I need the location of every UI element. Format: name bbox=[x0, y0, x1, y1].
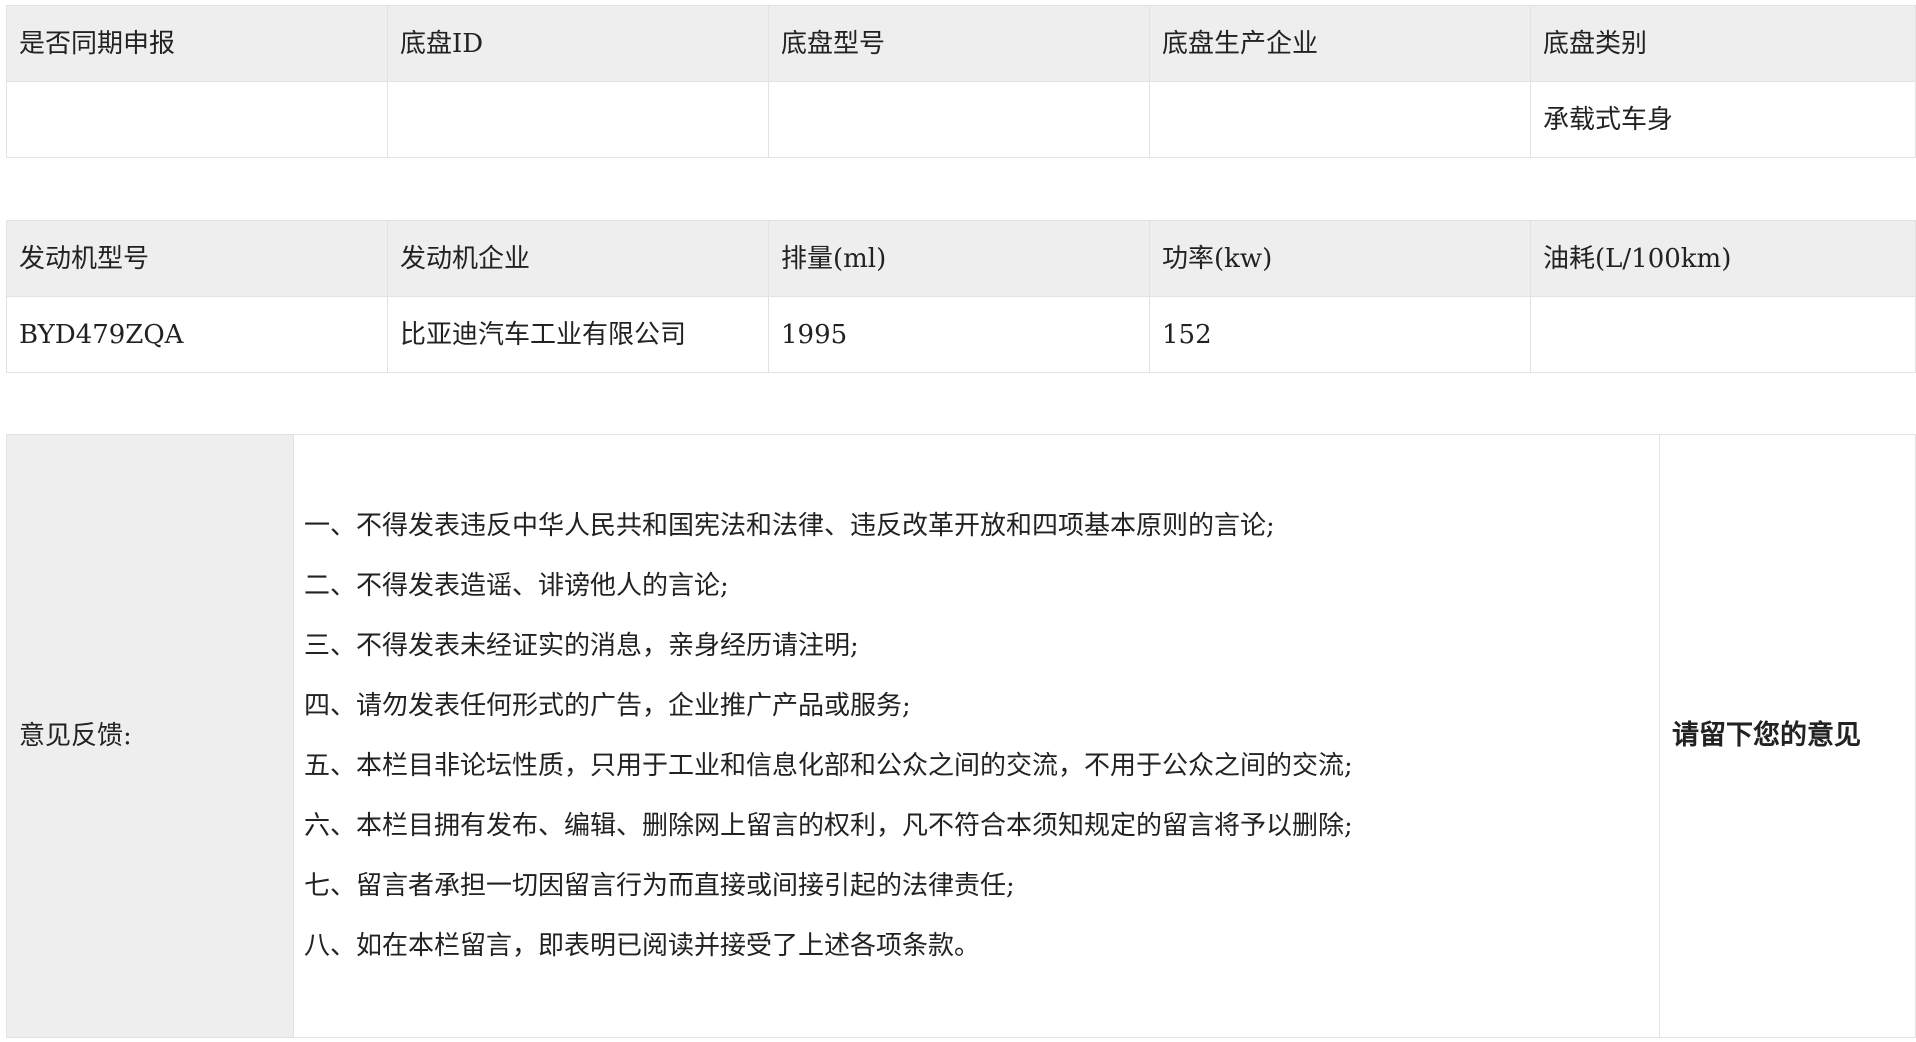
value-cell-engine-company: 比亚迪汽车工业有限公司 bbox=[387, 296, 769, 373]
chassis-table: 是否同期申报 底盘ID 底盘型号 底盘生产企业 底盘类别 承载式车身 bbox=[6, 5, 1916, 158]
header-cell-chassis-model: 底盘型号 bbox=[768, 5, 1150, 82]
engine-table: 发动机型号 发动机企业 排量(ml) 功率(kw) 油耗(L/100km) BY… bbox=[6, 220, 1916, 373]
value-cell-displacement: 1995 bbox=[768, 296, 1150, 373]
header-cell-fuel-consumption: 油耗(L/100km) bbox=[1530, 220, 1916, 297]
value-cell-chassis-type: 承载式车身 bbox=[1530, 81, 1916, 158]
header-cell-displacement: 排量(ml) bbox=[768, 220, 1150, 297]
value-cell-chassis-model bbox=[768, 81, 1150, 158]
feedback-table: 意见反馈: 一、不得发表违反中华人民共和国宪法和法律、违反改革开放和四项基本原则… bbox=[6, 434, 1916, 1038]
feedback-row: 意见反馈: 一、不得发表违反中华人民共和国宪法和法律、违反改革开放和四项基本原则… bbox=[6, 434, 1916, 1038]
table-row: BYD479ZQA 比亚迪汽车工业有限公司 1995 152 bbox=[6, 296, 1916, 373]
leave-feedback-link[interactable]: 请留下您的意见 bbox=[1659, 434, 1916, 1038]
table-row: 承载式车身 bbox=[6, 81, 1916, 158]
feedback-rule-3: 三、不得发表未经证实的消息，亲身经历请注明; bbox=[304, 631, 859, 661]
header-cell-engine-model: 发动机型号 bbox=[6, 220, 388, 297]
feedback-rule-5: 五、本栏目非论坛性质，只用于工业和信息化部和公众之间的交流，不用于公众之间的交流… bbox=[304, 751, 1353, 781]
table-header-row: 是否同期申报 底盘ID 底盘型号 底盘生产企业 底盘类别 bbox=[6, 5, 1916, 82]
header-cell-engine-company: 发动机企业 bbox=[387, 220, 769, 297]
feedback-rule-8: 八、如在本栏留言，即表明已阅读并接受了上述各项条款。 bbox=[304, 931, 981, 961]
header-cell-chassis-type: 底盘类别 bbox=[1530, 5, 1916, 82]
feedback-rule-1: 一、不得发表违反中华人民共和国宪法和法律、违反改革开放和四项基本原则的言论; bbox=[304, 511, 1275, 541]
header-cell-chassis-id: 底盘ID bbox=[387, 5, 769, 82]
value-cell-fuel-consumption bbox=[1530, 296, 1916, 373]
value-cell-chassis-id bbox=[387, 81, 769, 158]
header-cell-sync-declare: 是否同期申报 bbox=[6, 5, 388, 82]
value-cell-sync-declare bbox=[6, 81, 388, 158]
value-cell-engine-model: BYD479ZQA bbox=[6, 296, 388, 373]
feedback-rule-2: 二、不得发表造谣、诽谤他人的言论; bbox=[304, 571, 729, 601]
feedback-rules: 一、不得发表违反中华人民共和国宪法和法律、违反改革开放和四项基本原则的言论; 二… bbox=[293, 434, 1660, 1038]
value-cell-chassis-manufacturer bbox=[1149, 81, 1531, 158]
table-header-row: 发动机型号 发动机企业 排量(ml) 功率(kw) 油耗(L/100km) bbox=[6, 220, 1916, 297]
feedback-rule-7: 七、留言者承担一切因留言行为而直接或间接引起的法律责任; bbox=[304, 871, 1015, 901]
feedback-rule-4: 四、请勿发表任何形式的广告，企业推广产品或服务; bbox=[304, 691, 911, 721]
value-cell-power: 152 bbox=[1149, 296, 1531, 373]
header-cell-power: 功率(kw) bbox=[1149, 220, 1531, 297]
feedback-label: 意见反馈: bbox=[6, 434, 294, 1038]
feedback-rule-6: 六、本栏目拥有发布、编辑、删除网上留言的权利，凡不符合本须知规定的留言将予以删除… bbox=[304, 811, 1353, 841]
header-cell-chassis-manufacturer: 底盘生产企业 bbox=[1149, 5, 1531, 82]
